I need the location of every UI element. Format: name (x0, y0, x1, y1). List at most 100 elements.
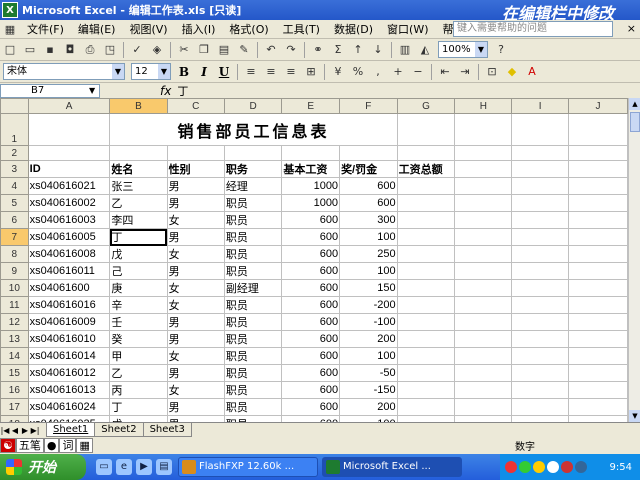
open-icon[interactable]: ▭ (22, 42, 38, 58)
cell[interactable]: 职员 (223, 347, 283, 365)
cell[interactable]: xs040616010 (27, 330, 111, 348)
cell[interactable]: 100 (339, 228, 398, 246)
cell[interactable] (568, 364, 628, 382)
cell[interactable] (511, 313, 570, 331)
cell[interactable]: 乙 (109, 194, 168, 212)
sheet-title[interactable]: 销售部员工信息表 (109, 113, 398, 146)
cell[interactable]: -50 (339, 364, 398, 382)
cell[interactable]: 己 (109, 262, 168, 280)
chevron-down-icon[interactable]: ▼ (112, 64, 124, 79)
row-header[interactable]: 10 (0, 279, 29, 297)
cell[interactable]: 职员 (223, 330, 283, 348)
cell[interactable]: 职员 (223, 296, 283, 314)
cell[interactable]: xs040616005 (27, 228, 111, 246)
cell[interactable]: 男 (166, 398, 225, 416)
cell[interactable] (454, 262, 513, 280)
menu-window[interactable]: 窗口(W) (380, 21, 435, 37)
font-size-select[interactable]: 12 ▼ (131, 63, 171, 80)
cell[interactable]: 100 (339, 262, 398, 280)
cell[interactable]: 600 (281, 398, 341, 416)
cell[interactable]: xs040616011 (27, 262, 111, 280)
tray-network-icon[interactable] (519, 461, 531, 473)
permission-icon[interactable]: ◘ (62, 42, 78, 58)
row-header[interactable]: 13 (0, 330, 29, 348)
cell[interactable] (511, 296, 570, 314)
cell[interactable]: ID (27, 160, 111, 178)
media-player-icon[interactable]: ▶ (136, 459, 152, 475)
cell[interactable]: 女 (166, 296, 225, 314)
cell[interactable]: 200 (339, 398, 398, 416)
increase-indent-icon[interactable]: ⇥ (457, 64, 473, 80)
cell[interactable] (454, 145, 513, 161)
cell[interactable]: 性别 (166, 160, 225, 178)
cell[interactable] (511, 160, 570, 178)
cell[interactable] (511, 211, 570, 229)
cell[interactable] (568, 381, 628, 399)
cell[interactable] (27, 145, 111, 161)
cell[interactable]: xs040616003 (27, 211, 111, 229)
row-header[interactable]: 2 (0, 145, 29, 161)
new-icon[interactable]: □ (2, 42, 18, 58)
cell[interactable] (281, 145, 341, 161)
cell[interactable]: xs040616014 (27, 347, 111, 365)
row-header[interactable]: 16 (0, 381, 29, 399)
row-header[interactable]: 9 (0, 262, 29, 280)
cell[interactable]: 李四 (109, 211, 168, 229)
next-sheet-icon[interactable]: ▶ (20, 426, 30, 435)
browser-icon[interactable]: e (116, 459, 132, 475)
cell[interactable] (568, 113, 628, 146)
cell[interactable] (396, 296, 456, 314)
underline-button[interactable]: U (216, 65, 232, 79)
column-header-e[interactable]: E (281, 98, 341, 114)
cell[interactable]: 甲 (109, 347, 168, 365)
cell[interactable] (454, 228, 513, 246)
research-icon[interactable]: ◈ (149, 42, 165, 58)
ime-keyboard-icon[interactable]: ▦ (76, 438, 93, 453)
cell[interactable]: 职员 (223, 381, 283, 399)
cell[interactable]: 奖/罚金 (339, 160, 398, 178)
percent-icon[interactable]: % (350, 64, 366, 80)
cell[interactable]: 600 (281, 347, 341, 365)
cell[interactable]: 丁 (109, 398, 168, 416)
cell[interactable] (166, 145, 225, 161)
cell[interactable] (396, 398, 456, 416)
cell[interactable] (396, 313, 456, 331)
undo-icon[interactable]: ↶ (263, 42, 279, 58)
cell[interactable]: 600 (281, 211, 341, 229)
cell[interactable]: xs040616013 (27, 381, 111, 399)
column-header-d[interactable]: D (223, 98, 283, 114)
cell[interactable] (511, 245, 570, 263)
help-search-input[interactable]: 键入需要帮助的问题 (453, 21, 613, 37)
cell[interactable]: 600 (281, 245, 341, 263)
cell[interactable]: 丙 (109, 381, 168, 399)
menu-tools[interactable]: 工具(T) (276, 21, 327, 37)
cell[interactable] (454, 364, 513, 382)
last-sheet-icon[interactable]: ▶| (30, 426, 40, 435)
format-painter-icon[interactable]: ✎ (236, 42, 252, 58)
cell[interactable]: 职员 (223, 398, 283, 416)
name-box[interactable]: B7 ▼ (0, 83, 100, 98)
cell[interactable] (454, 347, 513, 365)
chevron-down-icon[interactable]: ▼ (158, 64, 170, 79)
cell[interactable] (511, 194, 570, 212)
column-header-b[interactable]: B (109, 98, 168, 114)
cell[interactable]: 丁 (109, 228, 168, 246)
cell[interactable] (454, 113, 513, 146)
cell[interactable] (109, 145, 168, 161)
excel-app-icon[interactable]: X (2, 2, 18, 18)
cell[interactable]: 200 (339, 330, 398, 348)
align-right-icon[interactable]: ≡ (283, 64, 299, 80)
cell[interactable] (568, 145, 628, 161)
column-header-j[interactable]: J (568, 98, 628, 114)
cell[interactable] (568, 211, 628, 229)
cell[interactable]: xs040616008 (27, 245, 111, 263)
cell[interactable]: xs040616016 (27, 296, 111, 314)
cell[interactable]: xs040616024 (27, 398, 111, 416)
worksheet-grid[interactable]: ABCDEFGHIJ 1 销售部员工信息表 2 3 ID 姓名 性别 职务 基本工资 奖/罚金 工资… (0, 98, 628, 422)
spelling-icon[interactable]: ✓ (129, 42, 145, 58)
cell[interactable] (568, 313, 628, 331)
row-header[interactable]: 14 (0, 347, 29, 365)
cell[interactable]: 600 (281, 381, 341, 399)
cell[interactable]: 职务 (223, 160, 283, 178)
ime-logo-icon[interactable]: ☯ (0, 438, 16, 453)
